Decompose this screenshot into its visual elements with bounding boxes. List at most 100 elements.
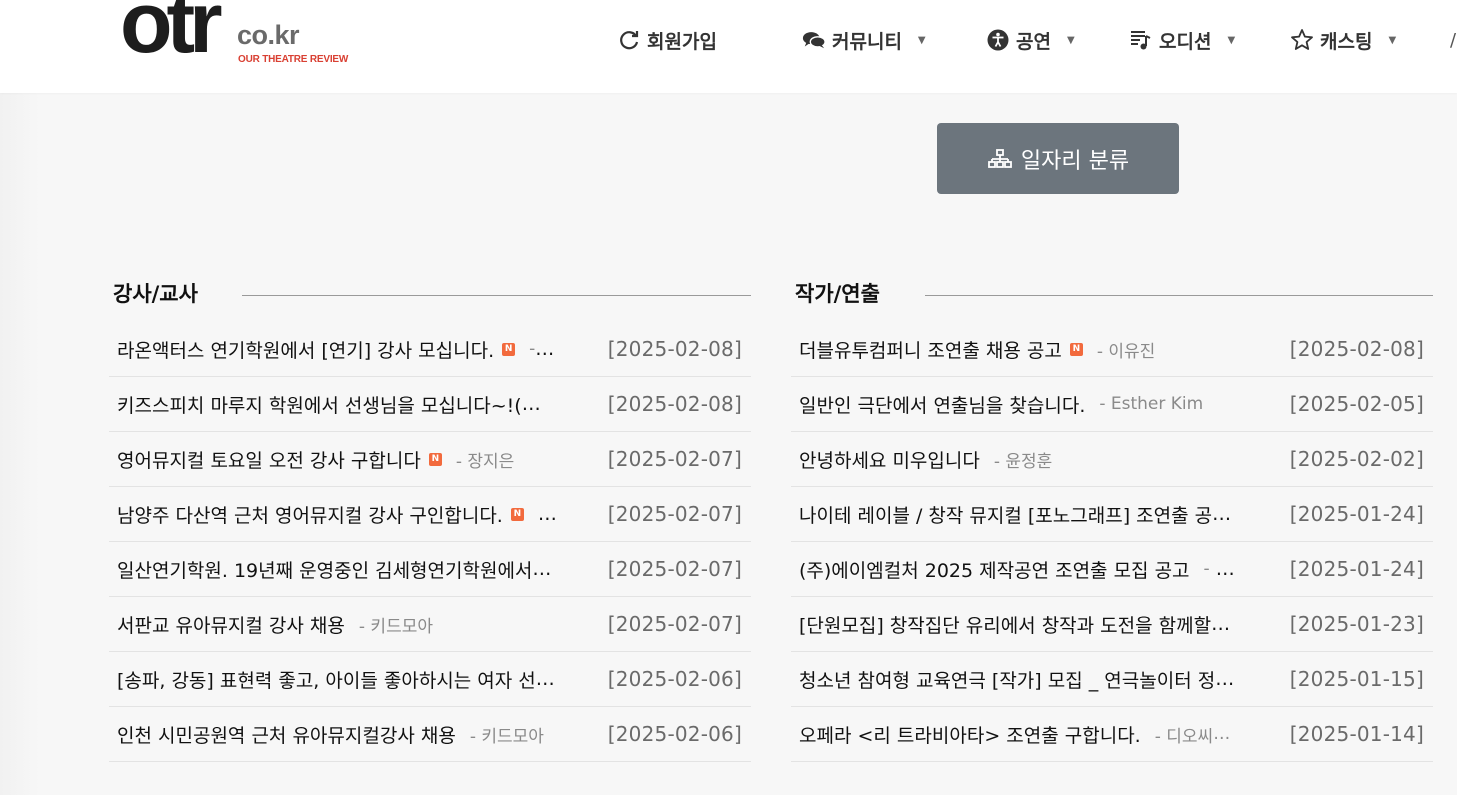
star-icon xyxy=(1290,28,1314,52)
post-author: - 디오씨 xyxy=(1154,726,1214,747)
post-title: [단원모집] 창작집단 유리에서 창작과 도전을 함께할 xyxy=(799,614,1212,637)
list-item[interactable]: 라온액터스 연기학원에서 [연기] 강사 모십니다. N - … [2025-0… xyxy=(109,322,751,377)
new-badge: N xyxy=(502,342,516,356)
truncation-ellipsis: … xyxy=(537,503,557,525)
logo-tagline: OUR THEATRE REVIEW xyxy=(238,54,349,65)
accessibility-icon xyxy=(986,28,1010,52)
truncation-ellipsis: … xyxy=(1215,668,1235,690)
chevron-down-icon: ▼ xyxy=(917,34,926,46)
post-title: 남양주 다산역 근처 영어뮤지컬 강사 구인합니다. xyxy=(117,504,503,527)
section-divider xyxy=(242,295,751,296)
post-date: [2025-01-14] xyxy=(1289,722,1424,746)
post-title: 라온액터스 연기학원에서 [연기] 강사 모십니다. xyxy=(117,339,495,362)
site-header: otr co.kr OUR THEATRE REVIEW 회원가입 커뮤니티 ▼… xyxy=(0,0,1457,93)
nav-audition[interactable]: 오디션 ▼ xyxy=(1129,22,1235,58)
nav-casting[interactable]: 캐스팅 ▼ xyxy=(1290,22,1396,58)
post-link[interactable]: 키즈스피치 마루지 학원에서 선생님을 모십니다~!( … xyxy=(117,377,541,431)
truncation-ellipsis: … xyxy=(1213,724,1231,744)
post-title: 서판교 유아뮤지컬 강사 채용 xyxy=(117,614,345,637)
post-link[interactable]: [단원모집] 창작집단 유리에서 창작과 도전을 함께할 … xyxy=(799,597,1230,651)
list-item[interactable]: 인천 시민공원역 근처 유아뮤지컬강사 채용 - 키드모아 [2025-02-0… xyxy=(109,707,751,762)
nav-audition-label: 오디션 xyxy=(1159,30,1212,53)
list-item[interactable]: 청소년 참여형 교육연극 [작가] 모집 _ 연극놀이터 정 … [2025-0… xyxy=(791,652,1433,707)
new-badge: N xyxy=(428,452,442,466)
post-title: 키즈스피치 마루지 학원에서 선생님을 모십니다~!( xyxy=(117,394,522,417)
chevron-down-icon: ▼ xyxy=(1066,34,1075,46)
nav-casting-label: 캐스팅 xyxy=(1320,30,1373,53)
nav-community[interactable]: 커뮤니티 ▼ xyxy=(802,22,926,58)
post-date: [2025-02-08] xyxy=(1289,337,1424,361)
post-date: [2025-02-05] xyxy=(1289,392,1424,416)
post-date: [2025-01-23] xyxy=(1289,612,1424,636)
post-date: [2025-02-07] xyxy=(607,612,742,636)
post-author: - xyxy=(1203,559,1210,579)
list-item[interactable]: [송파, 강동] 표현력 좋고, 아이들 좋아하시는 여자 선 … [2025-… xyxy=(109,652,751,707)
playlist-icon xyxy=(1129,28,1153,52)
post-date: [2025-02-06] xyxy=(607,667,742,691)
post-link[interactable]: 안녕하세요 미우입니다 - 윤정훈 xyxy=(799,432,1052,486)
post-link[interactable]: 일산연기학원. 19년째 운영중인 김세형연기학원에서 … xyxy=(117,542,551,596)
post-link[interactable]: 라온액터스 연기학원에서 [연기] 강사 모십니다. N - … xyxy=(117,322,554,376)
post-link[interactable]: 일반인 극단에서 연출님을 찾습니다. - Esther Kim xyxy=(799,377,1203,431)
post-date: [2025-02-07] xyxy=(607,502,742,526)
truncation-ellipsis: … xyxy=(1215,558,1235,580)
new-badge: N xyxy=(510,507,524,521)
site-logo[interactable]: otr co.kr OUR THEATRE REVIEW xyxy=(120,0,360,72)
truncation-ellipsis: … xyxy=(1212,503,1232,525)
post-title: 안녕하세요 미우입니다 xyxy=(799,449,980,472)
post-link[interactable]: 남양주 다산역 근처 영어뮤지컬 강사 구인합니다. N … xyxy=(117,487,557,541)
post-link[interactable]: 인천 시민공원역 근처 유아뮤지컬강사 채용 - 키드모아 xyxy=(117,707,544,761)
section-title[interactable]: 강사/교사 xyxy=(113,278,198,308)
truncation-ellipsis: … xyxy=(532,558,552,580)
job-category-button[interactable]: 일자리 분류 xyxy=(937,123,1179,194)
list-item[interactable]: 오페라 <리 트라비아타> 조연출 구합니다. - 디오씨 … [2025-01… xyxy=(791,707,1433,762)
post-date: [2025-02-08] xyxy=(607,337,742,361)
post-link[interactable]: 영어뮤지컬 토요일 오전 강사 구합니다 N - 장지은 xyxy=(117,432,514,486)
post-date: [2025-02-02] xyxy=(1289,447,1424,471)
post-date: [2025-01-24] xyxy=(1289,557,1424,581)
post-date: [2025-02-07] xyxy=(607,447,742,471)
post-title: 인천 시민공원역 근처 유아뮤지컬강사 채용 xyxy=(117,724,456,747)
list-item[interactable]: 남양주 다산역 근처 영어뮤지컬 강사 구인합니다. N … [2025-02-… xyxy=(109,487,751,542)
list-item[interactable]: 서판교 유아뮤지컬 강사 채용 - 키드모아 [2025-02-07] xyxy=(109,597,751,652)
truncation-ellipsis: … xyxy=(521,393,541,415)
post-list: 라온액터스 연기학원에서 [연기] 강사 모십니다. N - … [2025-0… xyxy=(109,322,751,762)
list-item[interactable]: (주)에이엠컬처 2025 제작공연 조연출 모집 공고 - … [2025-0… xyxy=(791,542,1433,597)
logo-domain-text: co.kr xyxy=(237,20,300,50)
post-title: 영어뮤지컬 토요일 오전 강사 구합니다 xyxy=(117,449,421,472)
list-item[interactable]: 영어뮤지컬 토요일 오전 강사 구합니다 N - 장지은 [2025-02-07… xyxy=(109,432,751,487)
nav-performance-label: 공연 xyxy=(1016,30,1051,53)
list-item[interactable]: [단원모집] 창작집단 유리에서 창작과 도전을 함께할 … [2025-01-… xyxy=(791,597,1433,652)
comments-icon xyxy=(802,28,826,52)
post-title: 나이테 레이블 / 창작 뮤지컬 [포노그래프] 조연출 공 xyxy=(799,504,1213,527)
post-link[interactable]: 청소년 참여형 교육연극 [작가] 모집 _ 연극놀이터 정 … xyxy=(799,652,1234,706)
post-link[interactable]: 더블유투컴퍼니 조연출 채용 공고 N - 이유진 xyxy=(799,322,1155,376)
post-link[interactable]: 오페라 <리 트라비아타> 조연출 구합니다. - 디오씨 … xyxy=(799,707,1230,761)
post-title: (주)에이엠컬처 2025 제작공연 조연출 모집 공고 xyxy=(799,559,1190,582)
nav-performance[interactable]: 공연 ▼ xyxy=(986,22,1075,58)
nav-overflow-item[interactable]: / xyxy=(1450,30,1456,51)
list-item[interactable]: 나이테 레이블 / 창작 뮤지컬 [포노그래프] 조연출 공 … [2025-0… xyxy=(791,487,1433,542)
sitemap-icon xyxy=(987,146,1013,172)
list-item[interactable]: 키즈스피치 마루지 학원에서 선생님을 모십니다~!( … [2025-02-0… xyxy=(109,377,751,432)
list-item[interactable]: 일산연기학원. 19년째 운영중인 김세형연기학원에서 … [2025-02-0… xyxy=(109,542,751,597)
post-author: - 이유진 xyxy=(1096,341,1156,362)
post-link[interactable]: 나이테 레이블 / 창작 뮤지컬 [포노그래프] 조연출 공 … xyxy=(799,487,1231,541)
post-title: 더블유투컴퍼니 조연출 채용 공고 xyxy=(799,339,1062,362)
post-author: - 장지은 xyxy=(455,451,515,472)
page-left-shade xyxy=(0,0,40,795)
nav-signup[interactable]: 회원가입 xyxy=(617,22,717,58)
section-header: 강사/교사 xyxy=(109,270,751,320)
section-title[interactable]: 작가/연출 xyxy=(795,278,880,308)
post-date: [2025-01-24] xyxy=(1289,502,1424,526)
post-link[interactable]: [송파, 강동] 표현력 좋고, 아이들 좋아하시는 여자 선 … xyxy=(117,652,555,706)
post-link[interactable]: 서판교 유아뮤지컬 강사 채용 - 키드모아 xyxy=(117,597,433,651)
list-item[interactable]: 일반인 극단에서 연출님을 찾습니다. - Esther Kim [2025-0… xyxy=(791,377,1433,432)
post-link[interactable]: (주)에이엠컬처 2025 제작공연 조연출 모집 공고 - … xyxy=(799,542,1235,596)
section-writers-directors: 작가/연출 더블유투컴퍼니 조연출 채용 공고 N - 이유진 [2025-02… xyxy=(791,270,1433,762)
nav-signup-label: 회원가입 xyxy=(647,30,717,53)
list-item[interactable]: 안녕하세요 미우입니다 - 윤정훈 [2025-02-02] xyxy=(791,432,1433,487)
chevron-down-icon: ▼ xyxy=(1388,34,1397,46)
post-date: [2025-02-08] xyxy=(607,392,742,416)
list-item[interactable]: 더블유투컴퍼니 조연출 채용 공고 N - 이유진 [2025-02-08] xyxy=(791,322,1433,377)
